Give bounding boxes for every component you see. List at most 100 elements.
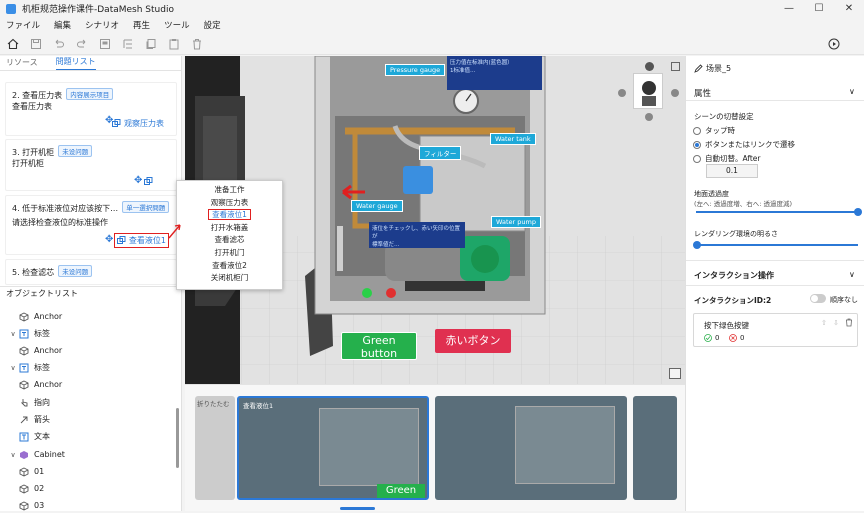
step-card[interactable]: 3. 打开机柜 未设问题 打开机柜 ✥ — [5, 139, 177, 191]
view-down-icon[interactable] — [645, 113, 653, 121]
tab-resources[interactable]: リソース — [6, 57, 38, 70]
menu-item-selected[interactable]: 查看液位1 — [177, 209, 282, 222]
radio-auto[interactable]: 自動切替。After — [693, 153, 761, 164]
menu-item[interactable]: 关闭机柜门 — [177, 272, 282, 285]
green-button[interactable]: Green button — [341, 332, 417, 360]
scene-thumbnail-selected[interactable]: 查看液位1 Green — [237, 396, 429, 500]
cube-icon — [18, 466, 29, 477]
copy-icon[interactable] — [144, 37, 158, 51]
label-filter[interactable]: フィルター — [419, 146, 462, 160]
tree-item[interactable]: ∨ 标签 — [8, 326, 50, 341]
tree-item-label: 标签 — [34, 329, 50, 338]
menu-edit[interactable]: 編集 — [54, 19, 71, 31]
view-up-icon[interactable] — [645, 62, 654, 71]
menu-item[interactable]: 观察压力表 — [177, 197, 282, 210]
list-icon[interactable] — [669, 368, 681, 379]
save-icon[interactable] — [29, 37, 43, 51]
play-icon[interactable] — [827, 37, 841, 51]
tree-item-label: 指向 — [34, 398, 50, 407]
tree-item[interactable]: 指向 — [18, 395, 50, 410]
slider-knob[interactable] — [693, 241, 701, 249]
order-toggle[interactable] — [810, 294, 826, 303]
step-badge: 未设问题 — [58, 145, 93, 157]
camera-icon[interactable] — [671, 62, 680, 71]
menu-tools[interactable]: ツール — [164, 19, 190, 31]
collapse-label[interactable]: 折りたたむ — [197, 398, 230, 408]
chevron-down-icon[interactable]: ∨ — [8, 451, 18, 459]
divider — [686, 260, 864, 261]
rendering-label: レンダリング環境の明るさ — [694, 230, 778, 238]
move-down-icon[interactable]: ⇩ — [833, 319, 839, 327]
menu-item[interactable]: 查看液位2 — [177, 260, 282, 273]
step-card[interactable]: 4. 低于标准液位对应该按下… 单一選択問題 请选择检查液位的标准操作 ✥ 查看液… — [5, 195, 177, 255]
scene-thumbnail[interactable] — [435, 396, 627, 500]
tree-item-label: Cabinet — [34, 450, 65, 459]
transparency-slider[interactable] — [696, 208, 862, 216]
chevron-down-icon[interactable]: ∨ — [8, 330, 18, 338]
maximize-button[interactable]: ☐ — [804, 0, 834, 17]
radio-on-tap[interactable]: タップ時 — [693, 125, 735, 136]
label-water-gauge[interactable]: Water gauge — [351, 200, 403, 212]
tree-item[interactable]: 02 — [18, 481, 44, 496]
close-button[interactable]: ✕ — [834, 0, 864, 17]
cube-icon — [18, 311, 29, 322]
menu-item[interactable]: 打开机门 — [177, 247, 282, 260]
auto-delay-input[interactable]: 0.1 — [706, 164, 758, 178]
redo-icon[interactable] — [75, 37, 89, 51]
brightness-slider[interactable] — [693, 241, 858, 249]
menu-play[interactable]: 再生 — [133, 19, 150, 31]
scene-thumbnail[interactable] — [633, 396, 677, 500]
tree-item[interactable]: 文本 — [18, 429, 50, 444]
chevron-down-icon[interactable]: ∨ — [8, 364, 18, 372]
view-cube[interactable] — [633, 73, 663, 109]
view-right-icon[interactable] — [671, 89, 679, 97]
scrollbar[interactable] — [176, 408, 179, 468]
tree-item[interactable]: Anchor — [18, 377, 62, 392]
paste-icon[interactable] — [167, 37, 181, 51]
info-box: 液位をチェックし、赤い矢印の位置が 標準値だ… — [369, 222, 465, 248]
undo-icon[interactable] — [52, 37, 66, 51]
cube-icon — [18, 345, 29, 356]
menu-item[interactable]: 打开水箱盖 — [177, 222, 282, 235]
scene-name[interactable]: 场景_5 — [694, 63, 731, 74]
label-pressure-gauge[interactable]: Pressure gauge — [385, 64, 446, 76]
menu-item[interactable]: 准备工作 — [177, 184, 282, 197]
hierarchy-icon[interactable] — [121, 37, 135, 51]
move-up-icon[interactable]: ⇧ — [821, 319, 827, 327]
tree-item[interactable]: Anchor — [18, 343, 62, 358]
slider-knob[interactable] — [854, 208, 862, 216]
step-action-link[interactable] — [144, 177, 156, 186]
tree-item[interactable]: 01 — [18, 464, 44, 479]
tree-item[interactable]: ∨ Cabinet — [8, 447, 65, 462]
timeline-scrollbar[interactable] — [340, 507, 375, 510]
tree-item[interactable]: 箭头 — [18, 412, 50, 427]
chevron-down-icon[interactable]: ∨ — [849, 270, 855, 279]
home-icon[interactable] — [6, 37, 20, 51]
minimize-button[interactable]: — — [774, 0, 804, 17]
red-button[interactable]: 赤いボタン — [435, 329, 511, 353]
tree-item[interactable]: Anchor — [18, 309, 62, 324]
delete-icon[interactable] — [190, 37, 204, 51]
step-card[interactable]: 2. 查看压力表 内容展示项目 查看压力表 ✥ 观察压力表 — [5, 82, 177, 136]
tree-item[interactable]: ∨ 标签 — [8, 360, 50, 375]
scene-thumbnail[interactable]: 折りたたむ — [195, 396, 235, 500]
menu-settings[interactable]: 設定 — [204, 19, 221, 31]
move-icon[interactable]: ✥ — [105, 234, 113, 245]
menu-file[interactable]: ファイル — [6, 19, 40, 31]
menu-item[interactable]: 查看滤芯 — [177, 234, 282, 247]
delete-icon[interactable] — [845, 318, 853, 330]
check-circle-icon — [704, 334, 712, 342]
chevron-down-icon[interactable]: ∨ — [849, 87, 855, 96]
label-water-pump[interactable]: Water pump — [491, 216, 541, 228]
step-action-link[interactable]: 查看液位1 — [113, 233, 169, 248]
tab-question-list[interactable]: 問題リスト — [55, 56, 96, 70]
radio-button-link[interactable]: ボタンまたはリンクで遷移 — [693, 139, 795, 150]
view-left-icon[interactable] — [618, 89, 626, 97]
interaction-card[interactable]: 按下绿色按键 ⇧ ⇩ 0 0 — [693, 313, 858, 347]
move-icon[interactable]: ✥ — [134, 175, 142, 186]
menu-scenario[interactable]: シナリオ — [85, 19, 119, 31]
step-card[interactable]: 5. 检查滤芯 未设问题 — [5, 259, 177, 285]
layout-icon[interactable] — [98, 37, 112, 51]
step-action-link[interactable]: 观察压力表 — [112, 118, 164, 129]
label-water-tank[interactable]: Water tank — [490, 133, 536, 145]
